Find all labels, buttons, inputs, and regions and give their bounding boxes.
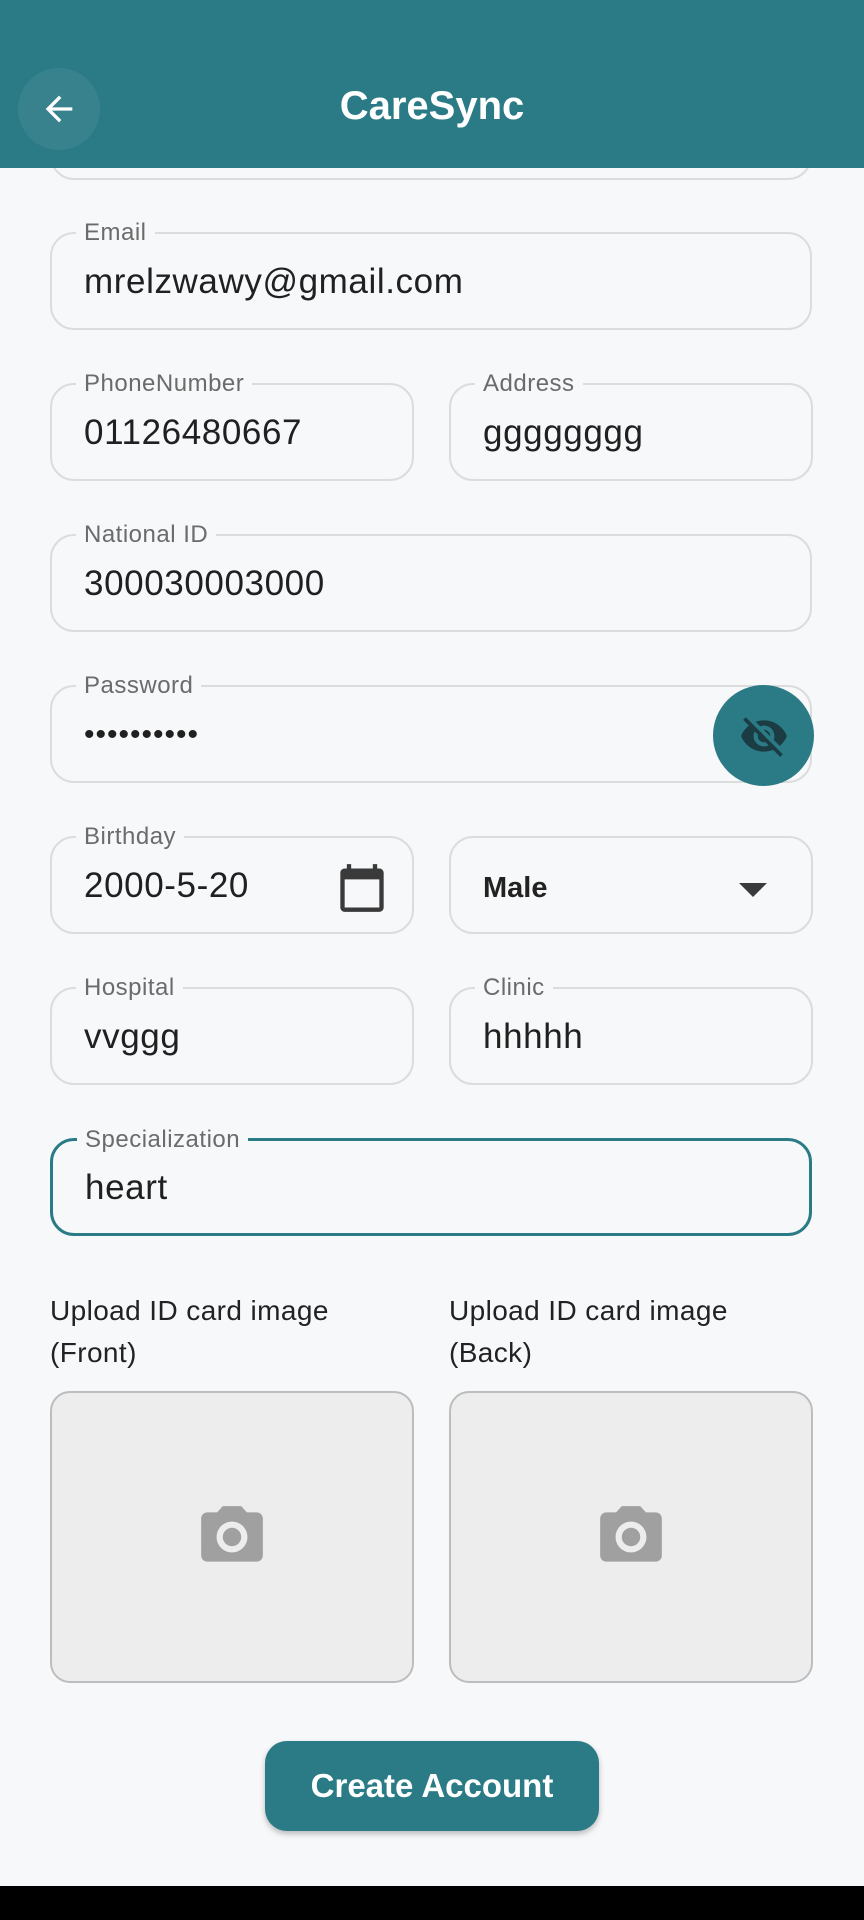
upload-back-label-line2: (Back): [449, 1337, 533, 1368]
upload-back-label-line1: Upload ID card image: [449, 1295, 728, 1326]
upload-back-label: Upload ID card image (Back): [449, 1290, 728, 1374]
upload-front-label-line1: Upload ID card image: [50, 1295, 329, 1326]
address-field[interactable]: Address gggggggg: [449, 369, 813, 481]
clinic-field[interactable]: Clinic hhhhh: [449, 973, 813, 1085]
app-title: CareSync: [339, 84, 525, 128]
address-value: gggggggg: [483, 413, 644, 452]
birthday-field[interactable]: Birthday 2000-5-20: [50, 822, 414, 934]
password-field[interactable]: Password ••••••••••: [50, 671, 812, 783]
create-account-button[interactable]: Create Account: [265, 1741, 599, 1831]
email-label: Email: [76, 218, 155, 248]
upload-front-box[interactable]: [50, 1391, 414, 1683]
address-label: Address: [475, 369, 583, 399]
phone-number-field[interactable]: PhoneNumber 01126480667: [50, 369, 414, 481]
camera-icon: [600, 1506, 662, 1562]
specialization-label: Specialization: [77, 1125, 249, 1155]
birthday-value: 2000-5-20: [84, 866, 249, 905]
eye-off-icon: [740, 716, 787, 757]
system-navigation-bar: [0, 1886, 864, 1920]
gender-selected-value: Male: [483, 872, 548, 904]
calendar-icon[interactable]: [336, 862, 388, 914]
upload-front-label-line2: (Front): [50, 1337, 137, 1368]
specialization-field[interactable]: Specialization heart: [50, 1125, 812, 1236]
specialization-value: heart: [85, 1168, 168, 1207]
hospital-value: vvggg: [84, 1017, 181, 1056]
password-visibility-toggle[interactable]: [713, 685, 814, 786]
clinic-label: Clinic: [475, 973, 553, 1003]
national-id-value: 300030003000: [84, 564, 325, 603]
hospital-field[interactable]: Hospital vvggg: [50, 973, 414, 1085]
chevron-down-icon: [739, 883, 767, 897]
email-field[interactable]: Email mrelzwawy@gmail.com: [50, 218, 812, 330]
upload-front-label: Upload ID card image (Front): [50, 1290, 329, 1374]
birthday-label: Birthday: [76, 822, 185, 852]
email-value: mrelzwawy@gmail.com: [84, 262, 464, 301]
password-value: ••••••••••: [84, 718, 200, 751]
clinic-value: hhhhh: [483, 1017, 584, 1056]
national-id-label: National ID: [76, 520, 217, 550]
gender-dropdown[interactable]: Male: [449, 836, 813, 934]
national-id-field[interactable]: National ID 300030003000: [50, 520, 812, 632]
password-label: Password: [76, 671, 202, 701]
app-bar: CareSync: [0, 0, 864, 168]
camera-icon: [201, 1506, 263, 1562]
hospital-label: Hospital: [76, 973, 183, 1003]
phone-number-label: PhoneNumber: [76, 369, 253, 399]
upload-back-box[interactable]: [449, 1391, 813, 1683]
phone-number-value: 01126480667: [84, 413, 303, 452]
